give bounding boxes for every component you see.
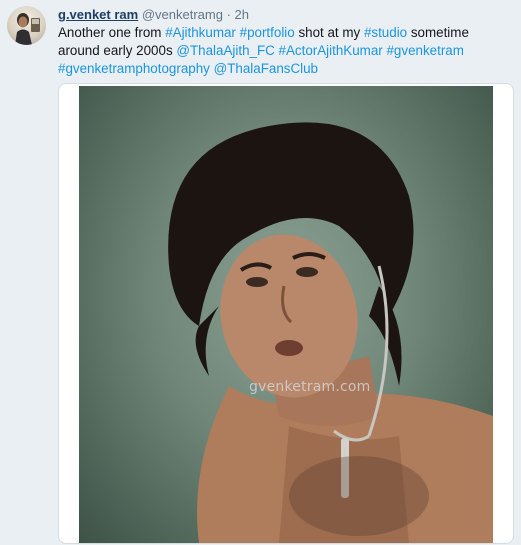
tweet-timestamp[interactable]: 2h: [235, 7, 249, 22]
hashtag-gvenketram[interactable]: #gvenketram: [386, 43, 463, 58]
tweet: g.venket ram @venketramg · 2h Another on…: [0, 0, 521, 545]
portrait-illustration: [168, 122, 493, 543]
tweet-media-card: gvenketram.com: [58, 83, 514, 544]
hashtag-gvenketramphotography[interactable]: #gvenketramphotography: [58, 61, 210, 76]
hashtag-portfolio[interactable]: #portfolio: [240, 25, 295, 40]
photo-watermark: gvenketram.com: [249, 379, 371, 395]
author-name[interactable]: g.venket ram: [58, 7, 138, 22]
tweet-photo[interactable]: gvenketram.com: [79, 86, 493, 543]
avatar[interactable]: [7, 6, 46, 45]
text-segment: shot at my: [294, 25, 364, 40]
tweet-header: g.venket ram @venketramg · 2h: [58, 7, 249, 23]
author-handle[interactable]: @venketramg: [142, 7, 223, 22]
tweet-text: Another one from #Ajithkumar #portfolio …: [58, 24, 508, 78]
hashtag-studio[interactable]: #studio: [364, 25, 407, 40]
hashtag-actorajithkumar[interactable]: #ActorAjithKumar: [279, 43, 383, 58]
text-segment: Another one from: [58, 25, 166, 40]
mention-thalafansclub[interactable]: @ThalaFansClub: [214, 61, 318, 76]
mention-thalaajith-fc[interactable]: @ThalaAjith_FC: [176, 43, 274, 58]
separator-dot: ·: [226, 7, 231, 22]
hashtag-ajithkumar[interactable]: #Ajithkumar: [165, 25, 236, 40]
